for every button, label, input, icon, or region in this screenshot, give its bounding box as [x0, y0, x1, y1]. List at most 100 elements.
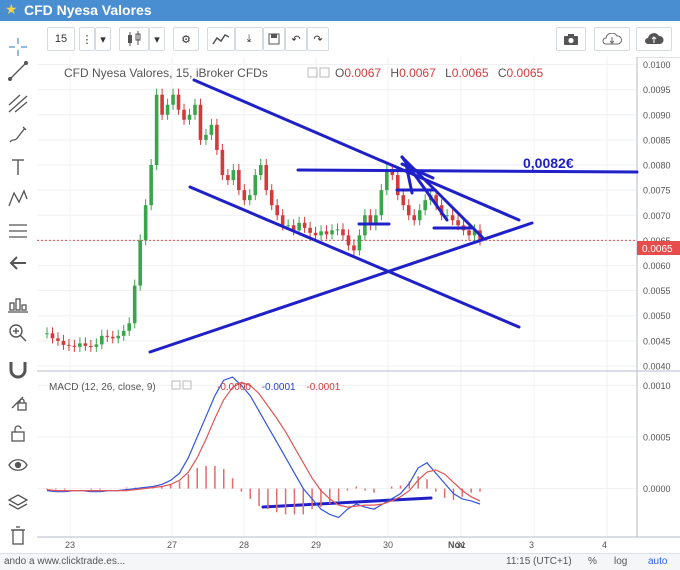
arrow-left-icon[interactable] [6, 251, 30, 275]
measure-icon[interactable] [6, 291, 30, 315]
ohlc-high-value: 0.0067 [399, 66, 436, 80]
time-tick-label: 3 [529, 540, 534, 550]
chevron-down-icon[interactable]: ▾ [95, 27, 111, 51]
gear-icon[interactable]: ⚙ [173, 27, 199, 51]
candle-body [165, 104, 170, 115]
text-icon[interactable] [6, 155, 30, 179]
trash-icon[interactable] [6, 523, 30, 547]
magnet-icon[interactable] [6, 357, 30, 381]
candle-body [94, 344, 99, 347]
candle-body [198, 104, 203, 140]
lock-icon[interactable] [6, 421, 30, 445]
candle-body [395, 175, 400, 196]
indicators-icon[interactable] [207, 27, 235, 51]
brush-icon[interactable] [6, 123, 30, 147]
candle-body [231, 170, 236, 181]
macd-tick-label: 0.0000 [643, 484, 671, 494]
price-tick-label: 0.0050 [643, 311, 671, 321]
candle-body [258, 165, 263, 176]
price-tick-label: 0.0040 [643, 361, 671, 371]
price-tick-label: 0.0090 [643, 110, 671, 120]
candle-body [406, 205, 411, 216]
pattern-icon[interactable] [6, 187, 30, 211]
cloud-save-icon[interactable] [636, 27, 672, 51]
percent-toggle[interactable]: % [588, 556, 597, 567]
crosshair-icon[interactable] [6, 35, 30, 59]
pitchfork-icon[interactable] [6, 91, 30, 115]
camera-icon[interactable] [556, 27, 586, 51]
candle-body [352, 245, 356, 251]
price-tick-label: 0.0100 [643, 60, 671, 70]
candle-body [78, 343, 82, 347]
zoom-in-icon[interactable] [6, 321, 30, 345]
candle-body [50, 333, 55, 339]
ohlc-low-value: 0.0065 [452, 66, 489, 80]
candle-body [330, 230, 334, 235]
chart-area[interactable]: 0.0100 0.0095 0.0090 0.0085 0.0080 0.0075 0.00… [37, 57, 680, 553]
candle-body [193, 104, 197, 115]
candle-body [61, 340, 66, 345]
trend-line [296, 168, 639, 174]
chevron-down-icon[interactable]: ▾ [149, 27, 165, 51]
candle-body [467, 230, 471, 236]
layers-icon[interactable] [6, 491, 30, 515]
candle-body [319, 231, 323, 236]
redo-icon[interactable]: ↷ [307, 27, 329, 51]
candle-body [264, 165, 269, 191]
download-icon[interactable]: ⤓ [235, 27, 263, 51]
save-icon[interactable] [263, 27, 285, 51]
window-title: CFD Nyesa Valores [24, 2, 152, 18]
candle-body [149, 165, 153, 206]
interval-select[interactable]: 15 [47, 27, 75, 51]
time-tick-label: 4 [602, 540, 607, 550]
star-icon[interactable]: ★ [5, 1, 18, 18]
candle-body [401, 195, 406, 206]
candle-body [89, 345, 93, 347]
eye-icon[interactable] [6, 453, 30, 477]
candle-body [171, 94, 175, 105]
candle-body [45, 333, 49, 335]
status-text: ando a www.clicktrade.es... [4, 556, 126, 567]
price-tick-label: 0.0075 [643, 186, 671, 196]
ohlc-open-value: 0.0067 [344, 66, 381, 80]
more-vertical-icon[interactable]: ⋮ [79, 27, 95, 51]
candle-body [417, 210, 422, 221]
time-tick-label: 30 [383, 540, 393, 550]
price-tick-label: 0.0095 [643, 85, 671, 95]
candle-body [132, 285, 137, 324]
candle-body [83, 343, 88, 346]
auto-toggle[interactable]: auto [648, 556, 667, 567]
log-toggle[interactable]: log [614, 556, 627, 567]
candle-body [160, 94, 164, 115]
undo-icon[interactable]: ↶ [285, 27, 307, 51]
time-tick-label: 27 [167, 540, 177, 550]
price-tick-label: 0.0085 [643, 135, 671, 145]
candle-body [423, 200, 427, 211]
candle-body [357, 235, 362, 251]
candle-body [182, 109, 186, 120]
price-tick-label: 0.0045 [643, 336, 671, 346]
candle-body [313, 232, 318, 236]
candle-body [67, 344, 71, 346]
candles-icon[interactable] [119, 27, 149, 51]
macd-tick-label: 0.0005 [643, 432, 671, 442]
ohlc-label-high: H [390, 66, 399, 80]
time-tick-label: 28 [239, 540, 249, 550]
candle-body [176, 94, 181, 110]
time-tick-label: 23 [65, 540, 75, 550]
lock-drawings-icon[interactable] [6, 389, 30, 413]
candle-body [187, 114, 192, 120]
candle-body [204, 134, 208, 140]
candle-body [56, 338, 60, 341]
candle-body [385, 170, 389, 191]
cloud-load-icon[interactable] [594, 27, 630, 51]
candle-body [143, 205, 148, 241]
drawing-toolbar [0, 38, 38, 553]
fibonacci-icon[interactable] [6, 219, 30, 243]
time-tick-label: 29 [311, 540, 321, 550]
interval-label: 15 [54, 33, 68, 45]
time-readout[interactable]: 11:15 (UTC+1) [506, 556, 572, 567]
candle-body [116, 335, 121, 339]
trend-line-icon[interactable] [6, 59, 30, 83]
candle-body [346, 235, 351, 246]
